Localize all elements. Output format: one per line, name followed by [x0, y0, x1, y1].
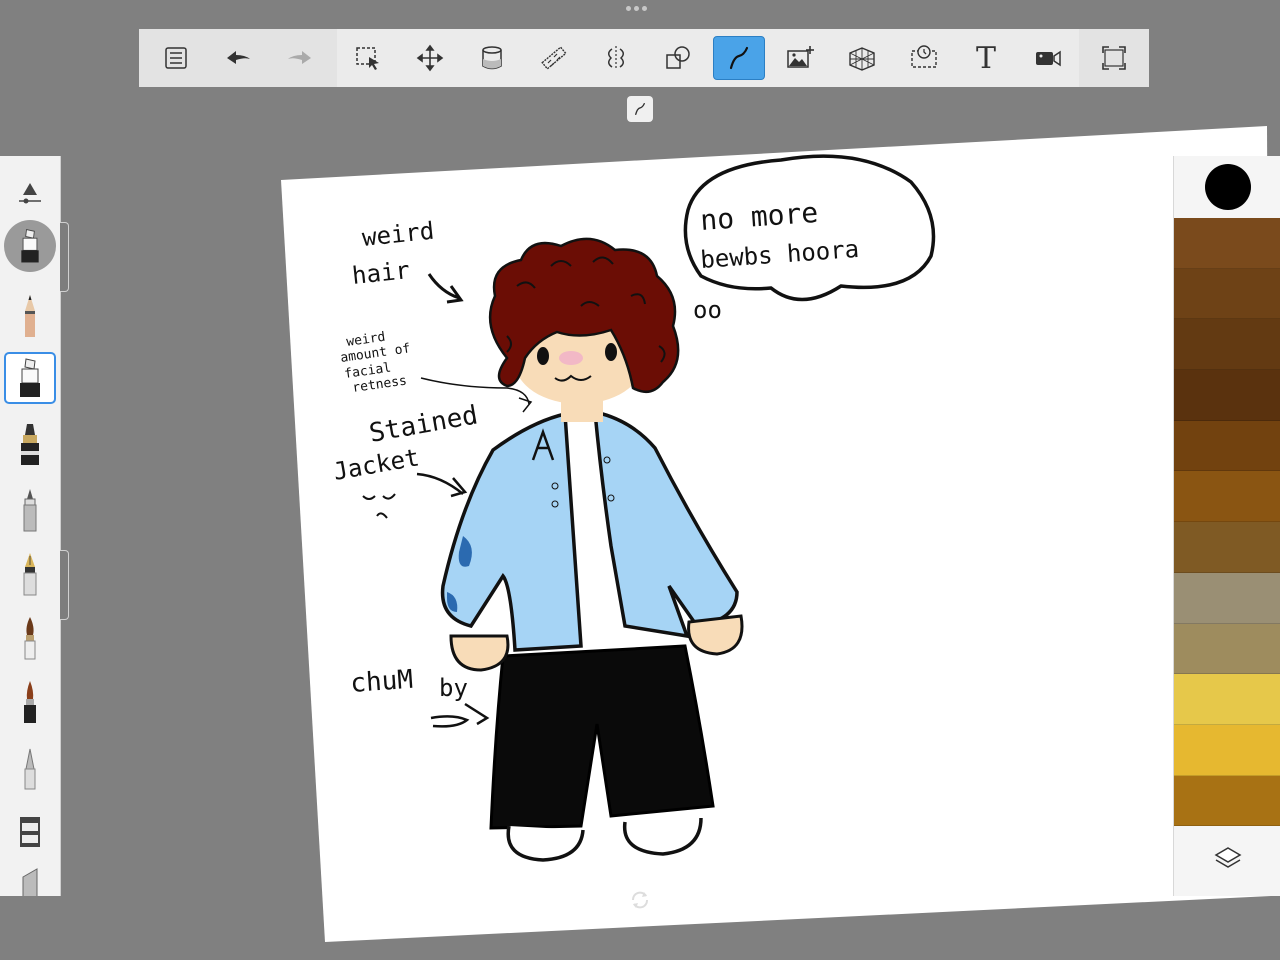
timelapse-icon	[911, 45, 937, 68]
layers-button[interactable]	[1210, 840, 1246, 876]
color-swatch[interactable]	[1174, 370, 1280, 421]
character-right-eye	[605, 343, 617, 361]
toolbar-history-group	[139, 29, 337, 87]
color-swatch[interactable]	[1174, 724, 1280, 776]
color-swatch[interactable]	[1174, 623, 1280, 675]
color-swatch[interactable]	[1174, 218, 1280, 269]
brush-eraser[interactable]	[4, 806, 56, 858]
brush-smudge[interactable]	[4, 742, 56, 794]
symmetry-icon	[608, 46, 624, 70]
ink-pen-icon	[21, 424, 39, 465]
canvas-rotate-handle[interactable]	[629, 889, 651, 915]
brush-settings-icon	[19, 183, 41, 204]
airbrush-brush-icon	[24, 681, 36, 723]
pencil-icon	[25, 295, 35, 337]
perspective-button[interactable]	[835, 36, 889, 80]
marker-icon	[20, 358, 40, 397]
character-blush	[559, 351, 583, 365]
color-palette	[1173, 156, 1280, 896]
brush-marker[interactable]	[4, 352, 56, 404]
fullscreen-button[interactable]	[1087, 36, 1141, 80]
brush-ink-pen[interactable]	[4, 418, 56, 470]
redo-button[interactable]	[273, 36, 327, 80]
color-swatch[interactable]	[1174, 268, 1280, 320]
annotation-chunky-line1: chuM	[349, 665, 414, 699]
color-swatch[interactable]	[1174, 471, 1280, 523]
brush-airbrush[interactable]	[4, 676, 56, 728]
brush-chisel[interactable]	[4, 864, 56, 896]
character-right-hand	[687, 614, 744, 656]
annotation-chunky-line2: by	[439, 674, 468, 702]
color-swatch[interactable]	[1174, 775, 1280, 827]
text-button[interactable]: T	[959, 36, 1013, 80]
color-swatch[interactable]	[1174, 572, 1280, 624]
paint-bucket-icon	[482, 46, 502, 70]
drawing-canvas[interactable]: no more bewbs hoora oo weird hair weird …	[281, 126, 1271, 942]
fill-button[interactable]	[465, 36, 519, 80]
text-icon: T	[975, 40, 996, 76]
video-camera-icon	[1036, 50, 1061, 67]
brush-size-indicator[interactable]	[4, 220, 56, 272]
ruler-button[interactable]	[527, 36, 581, 80]
symmetry-button[interactable]	[589, 36, 643, 80]
brush-pencil[interactable]	[4, 290, 56, 342]
layers-icon	[1214, 847, 1242, 868]
paint-brush-icon	[24, 617, 36, 660]
stroke-icon	[729, 46, 749, 70]
stroke-options-toggle[interactable]	[627, 96, 653, 122]
eraser-icon	[20, 817, 40, 847]
timelapse-button[interactable]	[897, 36, 951, 80]
brush-panel-tab-bottom[interactable]	[60, 550, 69, 620]
speech-tail-text: oo	[693, 296, 722, 324]
main-toolbar: T	[139, 29, 1149, 87]
list-icon	[165, 47, 187, 69]
ballpoint-icon	[23, 489, 37, 532]
color-swatch[interactable]	[1174, 674, 1280, 725]
add-image-icon	[787, 46, 814, 68]
shapes-button[interactable]	[651, 36, 705, 80]
fullscreen-icon	[1102, 46, 1126, 70]
brush-size-slider-toggle[interactable]	[4, 166, 56, 218]
import-image-button[interactable]	[773, 36, 827, 80]
stroke-icon	[635, 103, 645, 115]
record-button[interactable]	[1021, 36, 1075, 80]
brush-palette	[0, 156, 61, 896]
undo-arrow-icon	[227, 51, 250, 64]
color-swatches	[1174, 218, 1280, 827]
brush-fountain-pen[interactable]	[4, 548, 56, 600]
shapes-icon	[666, 46, 690, 69]
ruler-icon	[541, 46, 567, 70]
smudge-icon	[24, 748, 36, 790]
toolbar-view-group	[1079, 29, 1149, 87]
brush-panel-tab-top[interactable]	[60, 222, 69, 292]
move-icon	[416, 44, 444, 72]
undo-button[interactable]	[211, 36, 265, 80]
selection-button[interactable]	[341, 36, 395, 80]
toolbar-tools-group: T	[337, 29, 1079, 87]
color-swatch[interactable]	[1174, 522, 1280, 573]
brush-paint-brush[interactable]	[4, 612, 56, 664]
color-swatch[interactable]	[1174, 420, 1280, 472]
stroke-button[interactable]	[713, 36, 765, 80]
current-color-swatch[interactable]	[1205, 164, 1251, 210]
toolbar-handle[interactable]	[626, 6, 647, 11]
rotate-icon	[632, 891, 648, 909]
redo-arrow-icon	[288, 51, 311, 64]
chisel-icon	[22, 868, 38, 896]
brush-ballpoint[interactable]	[4, 484, 56, 536]
gallery-button[interactable]	[149, 36, 203, 80]
character-left-eye	[537, 347, 549, 365]
fountain-pen-icon	[23, 553, 37, 596]
perspective-grid-icon	[849, 47, 875, 71]
selection-icon	[356, 47, 379, 70]
color-swatch[interactable]	[1174, 319, 1280, 371]
transform-button[interactable]	[403, 36, 457, 80]
marker-icon	[21, 229, 39, 263]
